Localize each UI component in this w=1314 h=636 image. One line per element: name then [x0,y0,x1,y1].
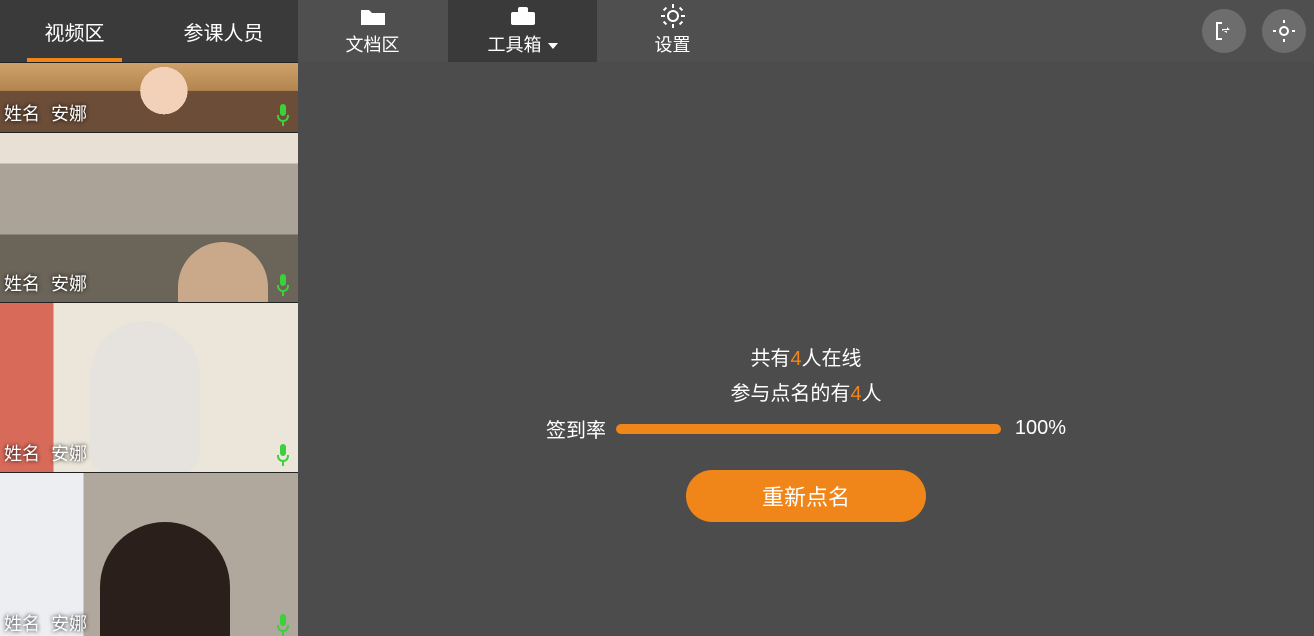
settings-button[interactable] [1262,9,1306,53]
toolbar: 文档区 工具箱 设置 [298,0,1314,62]
tab-participants[interactable]: 参课人员 [149,0,298,62]
video-tile[interactable]: 姓名 安娜 [0,132,298,302]
tab-participants-label: 参课人员 [184,17,264,46]
name-tag: 姓名 安娜 [4,440,87,466]
toolbar-item-toolbox[interactable]: 工具箱 [448,0,598,62]
toolbar-item-docs[interactable]: 文档区 [298,0,448,62]
mic-icon[interactable] [274,274,292,296]
toolbar-item-label: 文档区 [346,31,400,57]
attendance-rate: 签到率 100% [546,414,1066,443]
gear-icon [660,5,686,27]
name-label: 姓名 [4,274,40,294]
redo-rollcall-button[interactable]: 重新点名 [686,470,926,522]
sidebar-tabs: 视频区 参课人员 [0,0,298,62]
toolbar-spacer [748,0,1194,62]
name-tag: 姓名 安娜 [4,610,87,636]
rollcall-status: 共有4人在线 参与点名的有4人 [298,342,1314,406]
main-area: 共有4人在线 参与点名的有4人 签到率 100% 重新点名 [298,62,1314,636]
redo-rollcall-label: 重新点名 [762,480,850,512]
name-label: 姓名 [4,444,40,464]
rate-label: 签到率 [546,414,606,443]
logout-icon [1213,20,1235,42]
participant-name: 安娜 [51,274,87,294]
name-label: 姓名 [4,104,40,124]
participant-name: 安娜 [51,104,87,124]
logout-button[interactable] [1202,9,1246,53]
video-tile[interactable]: 姓名 安娜 [0,302,298,472]
mic-icon[interactable] [274,444,292,466]
checked-in-count: 4 [850,383,861,405]
toolbar-item-settings[interactable]: 设置 [598,0,748,62]
toolbox-icon [510,5,536,27]
progress-fill [616,424,1001,434]
participant-name: 安娜 [51,444,87,464]
mic-icon[interactable] [274,104,292,126]
participant-name: 安娜 [51,614,87,634]
rate-percent: 100% [1015,417,1066,440]
online-count: 4 [790,348,801,370]
gear-icon [1273,20,1295,42]
status-line-2: 参与点名的有4人 [298,377,1314,406]
toolbar-item-label: 工具箱 [488,31,558,57]
video-tile[interactable]: 姓名 安娜 [0,472,298,636]
status-line-1: 共有4人在线 [298,342,1314,371]
sidebar: 视频区 参课人员 姓名 安娜 姓名 安娜 姓名 安娜 [0,0,298,636]
toolbar-item-label: 设置 [655,31,691,57]
video-list: 姓名 安娜 姓名 安娜 姓名 安娜 姓名 安娜 [0,62,298,636]
video-tile[interactable]: 姓名 安娜 [0,62,298,132]
tab-video-area-label: 视频区 [45,17,105,46]
progress-bar [616,424,1001,434]
tab-video-area[interactable]: 视频区 [0,0,149,62]
folder-icon [360,5,386,27]
chevron-down-icon [548,43,558,49]
mic-icon[interactable] [274,614,292,636]
name-tag: 姓名 安娜 [4,270,87,296]
name-tag: 姓名 安娜 [4,100,87,126]
name-label: 姓名 [4,614,40,634]
